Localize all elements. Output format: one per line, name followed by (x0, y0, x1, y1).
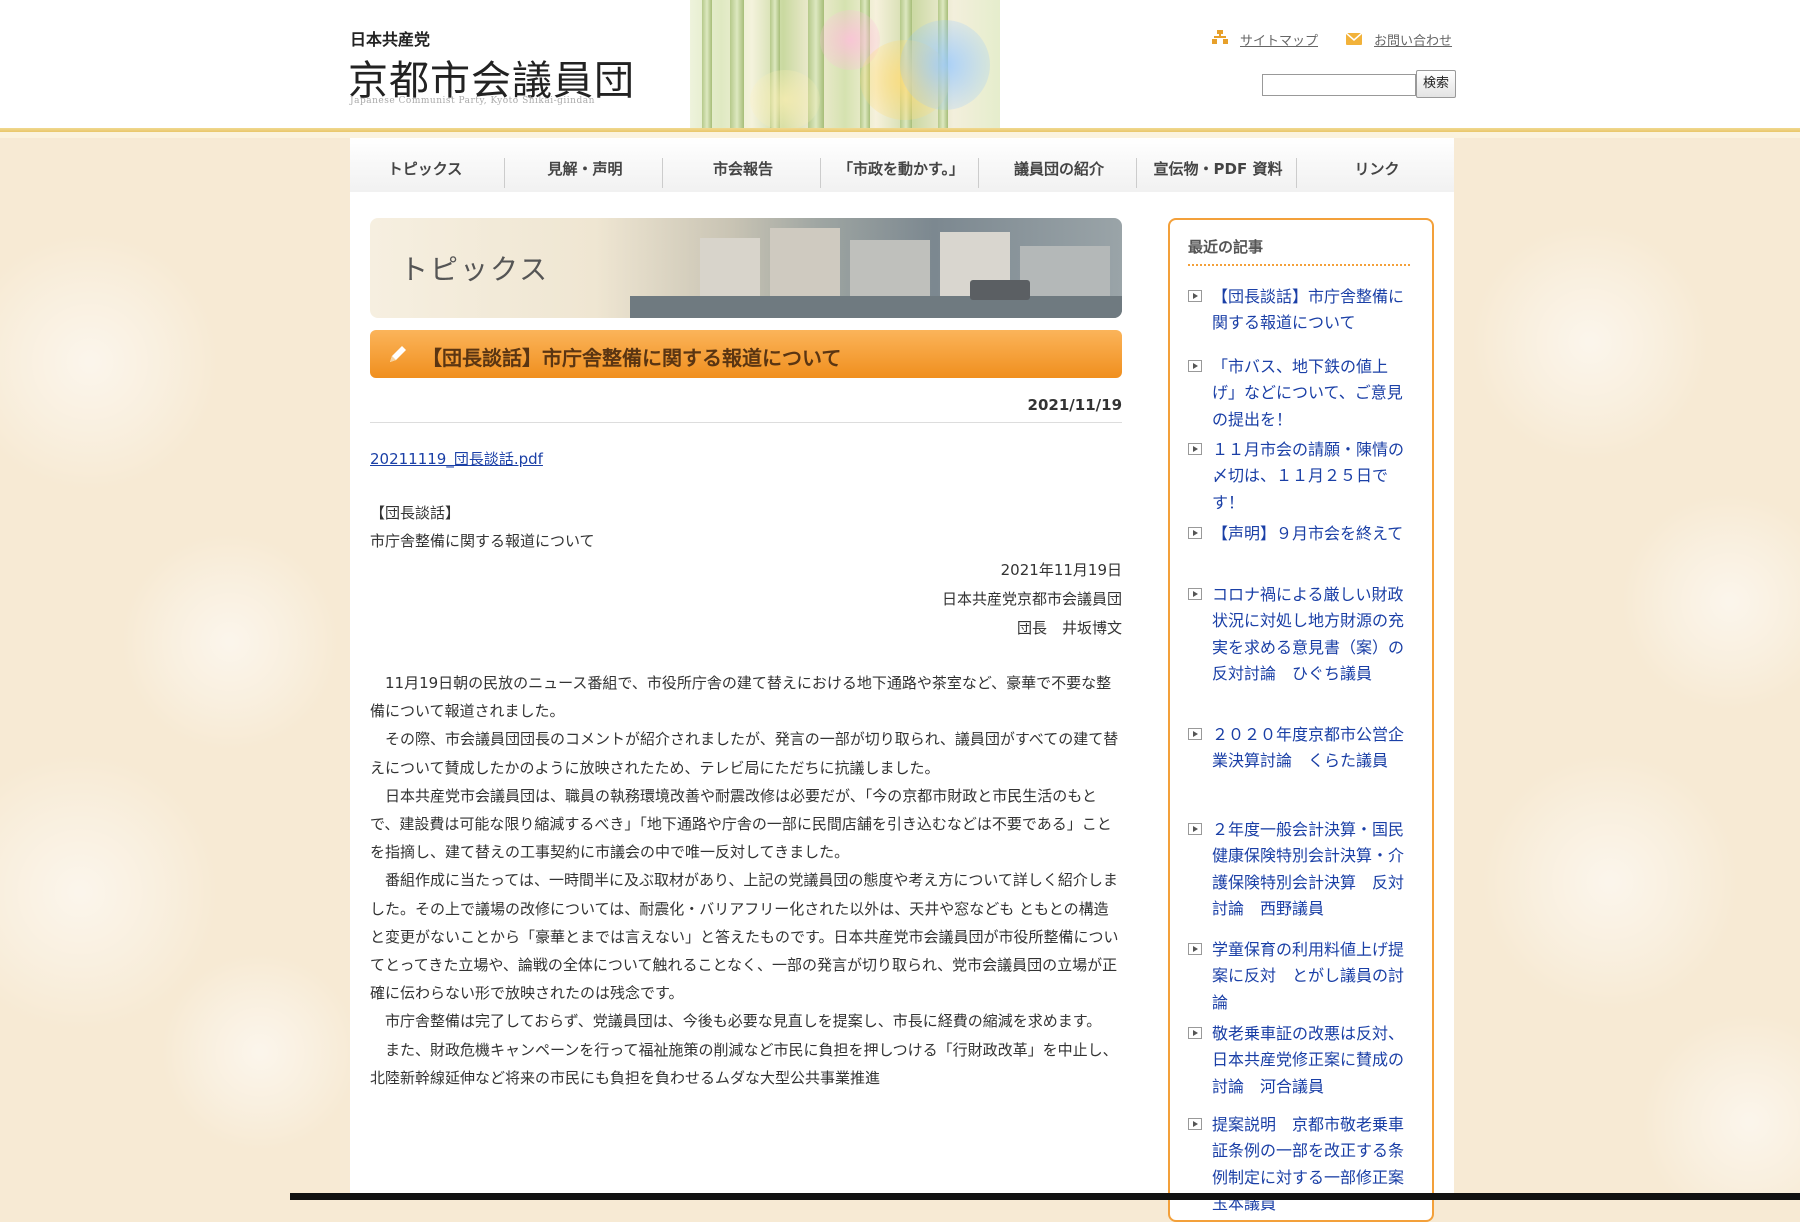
window-bottom-bar (290, 1193, 1800, 1200)
recent-articles-divider (1188, 264, 1410, 266)
site-logo-party[interactable]: 日本共産党 (350, 26, 430, 50)
recent-article-link[interactable]: 「市バス、地下鉄の値上げ」などについて、ご意見の提出を！ (1212, 354, 1412, 433)
recent-article-link[interactable]: ２年度一般会計決算・国民健康保険特別会計決算・介護保険特別会計決算 反対討論 西… (1212, 817, 1412, 923)
article-body: 11月19日朝の民放のニュース番組で、市役所庁舎の建て替えにおける地下通路や茶室… (370, 669, 1122, 1092)
banner-title: トピックス (400, 253, 550, 286)
nav-item-move-politics[interactable]: 「市政を動かす。」 (824, 138, 978, 192)
article-paragraph: 日本共産党市会議員団は、職員の執務環境改善や耐震改修は必要だが、「今の京都市財政… (370, 786, 1112, 862)
pencil-icon (390, 346, 406, 362)
nav-item-links[interactable]: リンク (1300, 138, 1454, 192)
nav-item-council-report[interactable]: 市会報告 (666, 138, 820, 192)
list-bullet-icon (1188, 728, 1202, 740)
article-heading-subject: 市庁舎整備に関する報道について (370, 532, 595, 550)
nav-item-topics[interactable]: トピックス (350, 138, 500, 192)
recent-article-link[interactable]: 提案説明 京都市敬老乗車証条例の一部を改正する条例制定に対する一部修正案 玉本議… (1212, 1112, 1420, 1218)
signature-name: 団長 井坂博文 (1016, 619, 1122, 637)
recent-article-link[interactable]: ２０２０年度京都市公営企業決算討論 くらた議員 (1212, 722, 1412, 775)
site-logo-english: Japanese Communist Party, Kyoto Shikai-g… (350, 96, 595, 106)
recent-article-link[interactable]: 学童保育の利用料値上げ提案に反対 とがし議員の討論 (1212, 937, 1412, 1016)
article-title: 【団長談話】市庁舎整備に関する報道について (422, 346, 842, 370)
list-bullet-icon (1188, 1118, 1202, 1130)
nav-separator (978, 158, 979, 188)
article-paragraph: また、財政危機キャンペーンを行って福祉施策の削減など市民に負担を押しつける「行財… (370, 1040, 1118, 1087)
nav-item-pdf-materials[interactable]: 宣伝物・PDF 資料 (1140, 138, 1296, 192)
list-bullet-icon (1188, 943, 1202, 955)
article-heading-label: 【団長談話】 (370, 504, 461, 522)
nav-separator (1136, 158, 1137, 188)
list-bullet-icon (1188, 290, 1202, 302)
nav-item-views[interactable]: 見解・声明 (508, 138, 662, 192)
search-button[interactable]: 検索 (1416, 70, 1456, 98)
list-bullet-icon (1188, 823, 1202, 835)
article-date: 2021/11/19 (1027, 396, 1122, 414)
nav-separator (662, 158, 663, 188)
search-input[interactable] (1262, 74, 1416, 96)
list-bullet-icon (1188, 527, 1202, 539)
recent-article-link[interactable]: １１月市会の請願・陳情の〆切は、１１月２５日です！ (1212, 437, 1412, 516)
pdf-download-link[interactable]: 20211119_団長談話.pdf (370, 448, 543, 469)
recent-articles-title: 最近の記事 (1188, 238, 1264, 256)
list-bullet-icon (1188, 443, 1202, 455)
article-paragraph: 市庁舎整備は完了しておらず、党議員団は、今後も必要な見直しを提案し、市長に経費の… (385, 1012, 1102, 1031)
article-title-bar: 【団長談話】市庁舎整備に関する報道について (370, 330, 1122, 378)
recent-article-link[interactable]: コロナ禍による厳しい財政状況に対処し地方財源の充実を求める意見書（案）の反対討論… (1212, 582, 1412, 688)
nav-separator (504, 158, 505, 188)
nav-separator (820, 158, 821, 188)
signature-date: 2021年11月19日 (1000, 561, 1122, 579)
list-bullet-icon (1188, 588, 1202, 600)
article-paragraph: 番組作成に当たっては、一時間半に及ぶ取材があり、上記の党議員団の態度や考え方につ… (370, 871, 1119, 1003)
article-paragraph: その際、市会議員団団長のコメントが紹介されましたが、発言の一部が切り取られ、議員… (370, 730, 1119, 777)
topics-banner: トピックス (370, 218, 1122, 318)
nav-separator (1296, 158, 1297, 188)
header-bamboo-image (690, 0, 1000, 128)
recent-article-link[interactable]: 【声明】９月市会を終えて (1212, 521, 1412, 547)
list-bullet-icon (1188, 360, 1202, 372)
mail-icon[interactable] (1346, 32, 1362, 46)
date-divider (370, 422, 1122, 423)
sitemap-link[interactable]: サイトマップ (1240, 30, 1318, 49)
recent-article-link[interactable]: 【団長談話】市庁舎整備に関する報道について (1212, 284, 1412, 337)
list-bullet-icon (1188, 1027, 1202, 1039)
nav-item-members[interactable]: 議員団の紹介 (982, 138, 1136, 192)
article-paragraph: 11月19日朝の民放のニュース番組で、市役所庁舎の建て替えにおける地下通路や茶室… (370, 674, 1112, 721)
contact-link[interactable]: お問い合わせ (1374, 30, 1452, 49)
recent-article-link[interactable]: 敬老乗車証の改悪は反対、日本共産党修正案に賛成の討論 河合議員 (1212, 1021, 1412, 1100)
main-navigation: トピックス 見解・声明 市会報告 「市政を動かす。」 議員団の紹介 宣伝物・PD… (350, 138, 1454, 193)
signature-organization: 日本共産党京都市会議員団 (941, 590, 1122, 608)
sitemap-icon[interactable] (1212, 30, 1228, 44)
